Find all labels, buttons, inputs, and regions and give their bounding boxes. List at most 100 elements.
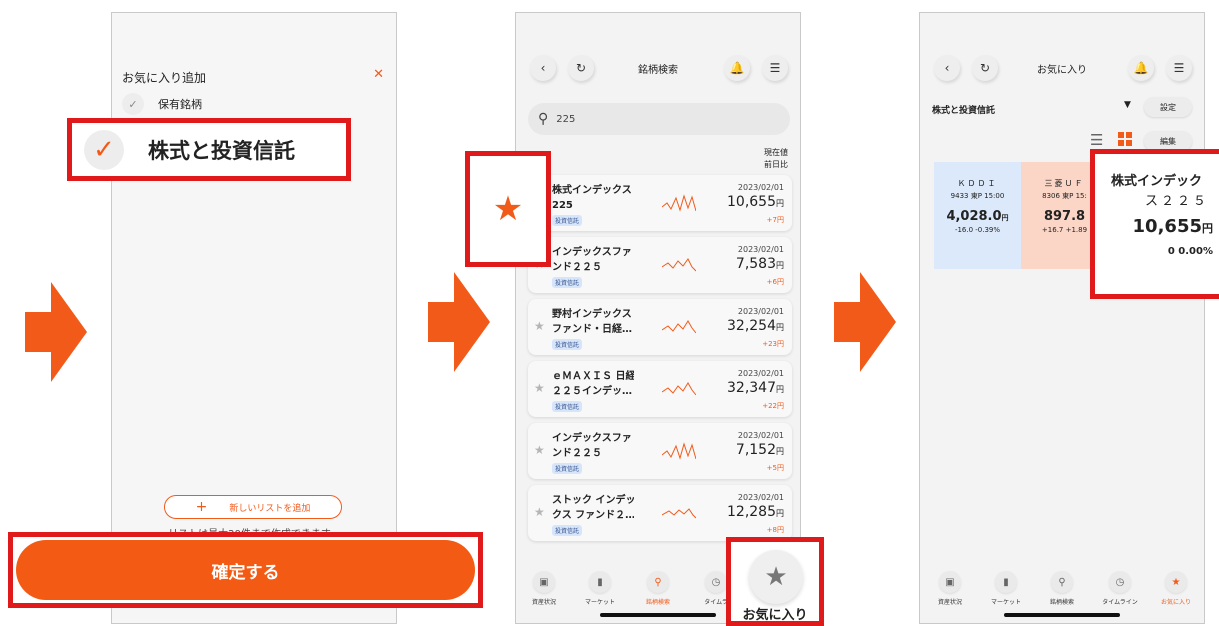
fund-type-badge: 投資信託 <box>552 401 583 412</box>
confirm-button[interactable]: 確定する <box>16 540 475 600</box>
result-card[interactable]: ★ ストック インデッ クス ファンド２… 投資信託 2023/02/01 12,… <box>528 485 792 541</box>
price: 7,152円 <box>735 442 784 458</box>
price-change: +7円 <box>766 216 784 224</box>
dialog-title: お気に入り追加 <box>122 71 207 85</box>
price: 10,655円 <box>727 194 784 210</box>
bar-chart-icon: ▮ <box>589 571 611 593</box>
fund-name: インデックスファ ンド２２５ <box>552 247 632 273</box>
sparkline <box>662 258 696 272</box>
star-icon[interactable]: ★ <box>534 381 545 395</box>
clock-icon: ◷ <box>1109 571 1131 593</box>
list-option-holdings[interactable]: ✓ 保有銘柄 <box>122 93 202 115</box>
result-card[interactable]: ★ 野村インデックス ファンド・日経… 投資信託 2023/02/01 32,25… <box>528 299 792 355</box>
highlight-confirm: 確定する <box>8 532 483 608</box>
fund-type-badge: 投資信託 <box>552 215 583 226</box>
menu-icon[interactable]: ☰ <box>1166 55 1192 81</box>
tile-price: 10,655円 <box>1132 216 1213 237</box>
screen-favorites: ‹ ↻ お気に入り 🔔 ☰ 株式と投資信託 ▼ 設定 ☰ 編集 ＫＤＤＩ 943… <box>919 12 1205 624</box>
list-option-label: 保有銘柄 <box>158 98 202 111</box>
page-title: お気に入り <box>1037 65 1087 76</box>
check-icon: ✓ <box>84 129 124 170</box>
price-change: +6円 <box>766 278 784 286</box>
price-change: +5円 <box>766 464 784 472</box>
tab-market[interactable]: ▮ マーケット <box>572 571 628 606</box>
sparkline <box>662 508 696 519</box>
step-arrow-1 <box>25 282 87 382</box>
dropdown-icon[interactable]: ▼ <box>1124 100 1131 110</box>
fund-name: ストック インデッ クス ファンド２… <box>552 495 634 521</box>
fund-type-badge: 投資信託 <box>552 463 583 474</box>
column-header: 現在値 前日比 <box>764 147 788 171</box>
search-value: 225 <box>556 113 576 125</box>
fund-name: 株式インデックス 225 <box>552 185 632 211</box>
star-icon[interactable]: ★ <box>534 505 545 519</box>
sparkline <box>662 442 696 460</box>
tab-timeline[interactable]: ◷ タイムライン <box>1092 571 1148 606</box>
highlight-favorites-tab[interactable]: ★ お気に入り <box>726 537 824 626</box>
tab-assets[interactable]: ▣ 資産状況 <box>922 571 978 606</box>
search-input[interactable]: ⚲ 225 <box>528 103 790 135</box>
favorites-tab-label: お気に入り <box>742 608 808 623</box>
star-icon[interactable]: ★ <box>534 319 545 333</box>
result-card[interactable]: ★ ｅＭＡＸＩＳ 日経 ２２５インデッ… 投資信託 2023/02/01 32,3… <box>528 361 792 417</box>
search-icon: ⚲ <box>647 571 669 593</box>
highlight-favorite-tile[interactable]: 株式インデック ス２２５ 10,655円 0 0.00% <box>1090 149 1219 299</box>
tab-favorites[interactable]: ★ お気に入り <box>1148 571 1204 606</box>
star-icon: ★ <box>749 550 803 604</box>
bar-chart-icon: ▮ <box>995 571 1017 593</box>
list-view-icon[interactable]: ☰ <box>1090 131 1103 149</box>
menu-icon[interactable]: ☰ <box>762 55 788 81</box>
tile-price: 4,028.0円 <box>946 209 1009 224</box>
search-icon: ⚲ <box>1051 571 1073 593</box>
col-current-price: 現在値 <box>764 148 788 157</box>
price-date: 2023/02/01 <box>737 183 784 192</box>
bell-icon[interactable]: 🔔 <box>724 55 750 81</box>
screen-stock-search: ‹ ↻ 銘柄検索 🔔 ☰ ⚲ 225 現在値 前日比 ★ 株式インデックス225… <box>515 12 801 624</box>
edit-button[interactable]: 編集 <box>1144 131 1192 151</box>
highlight-list-label: 株式と投資信託 <box>148 138 295 163</box>
sparkline <box>662 382 696 396</box>
fund-name: 野村インデックス ファンド・日経… <box>552 309 632 335</box>
stock-tile[interactable]: ＫＤＤＩ 9433 東P 15:00 4,028.0円 -16.0 -0.39% <box>934 162 1021 269</box>
tile-name: ＫＤＤＩ <box>957 179 998 188</box>
result-card[interactable]: ★ インデックスファンド２２５ 投資信託 2023/02/01 7,583円 +… <box>528 237 792 293</box>
star-icon[interactable]: ★ <box>534 443 545 457</box>
tab-assets[interactable]: ▣ 資産状況 <box>516 571 572 606</box>
price-date: 2023/02/01 <box>737 493 784 502</box>
fund-name: ｅＭＡＸＩＳ 日経 ２２５インデッ… <box>552 371 634 397</box>
bell-icon[interactable]: 🔔 <box>1128 55 1154 81</box>
price: 12,285円 <box>727 504 784 520</box>
settings-button[interactable]: 設定 <box>1144 97 1192 117</box>
price-date: 2023/02/01 <box>737 431 784 440</box>
price-change: +8円 <box>766 526 784 534</box>
tab-search[interactable]: ⚲ 銘柄検索 <box>630 571 686 606</box>
tab-market[interactable]: ▮ マーケット <box>978 571 1034 606</box>
add-list-button[interactable]: + 新しいリストを追加 <box>164 495 342 519</box>
clock-icon: ◷ <box>705 571 727 593</box>
price-change: +22円 <box>762 402 784 410</box>
grid-view-icon[interactable] <box>1118 132 1132 146</box>
col-day-change: 前日比 <box>764 160 788 169</box>
wallet-icon: ▣ <box>939 571 961 593</box>
list-selector[interactable]: 株式と投資信託 <box>932 103 995 116</box>
tile-change: 0 0.00% <box>1167 246 1213 257</box>
tile-code: 9433 東P 15:00 <box>950 192 1005 200</box>
home-indicator <box>1004 613 1120 617</box>
sparkline <box>662 320 696 334</box>
price-date: 2023/02/01 <box>737 307 784 316</box>
close-icon[interactable]: ✕ <box>373 67 384 82</box>
tile-name-cont: ス２２５ <box>1144 194 1209 209</box>
plus-icon: + <box>195 499 208 515</box>
tile-change: -16.0 -0.39% <box>954 226 1001 234</box>
price-date: 2023/02/01 <box>737 245 784 254</box>
home-indicator <box>600 613 716 617</box>
highlight-star-icon[interactable]: ★ <box>465 151 551 267</box>
result-card[interactable]: ★ 株式インデックス225 投資信託 2023/02/01 10,655円 +7… <box>528 175 792 231</box>
tab-search[interactable]: ⚲ 銘柄検索 <box>1034 571 1090 606</box>
result-card[interactable]: ★ インデックスファ ンド２２５ 投資信託 2023/02/01 7,152円 +… <box>528 423 792 479</box>
price: 32,347円 <box>727 380 784 396</box>
highlight-list-option[interactable]: ✓ 株式と投資信託 <box>67 118 351 181</box>
page-title: 銘柄検索 <box>638 65 678 76</box>
step-arrow-2 <box>428 272 490 372</box>
fund-type-badge: 投資信託 <box>552 339 583 350</box>
